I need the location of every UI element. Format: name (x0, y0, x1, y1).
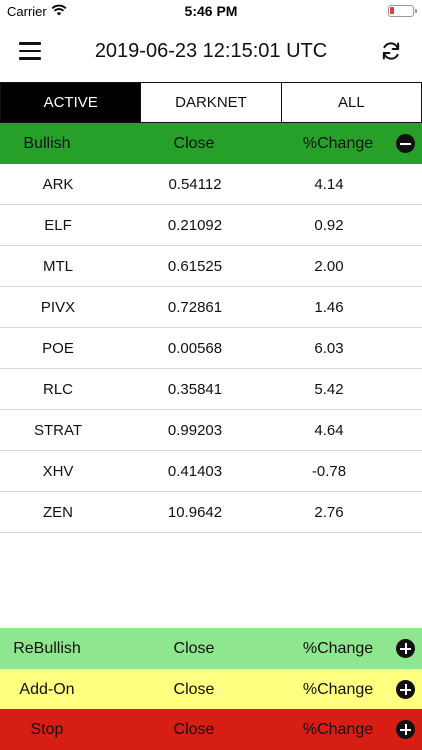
column-header-close: Close (173, 720, 215, 738)
expand-icon[interactable] (396, 680, 415, 699)
table-row[interactable]: ARK 0.54112 4.14 (0, 164, 422, 205)
section-header-stop[interactable]: Stop Close %Change (0, 709, 422, 750)
column-header-change: %Change (302, 720, 374, 738)
market-tabs: ACTIVE DARKNET ALL (0, 82, 422, 123)
bullish-table: ARK 0.54112 4.14 ELF 0.21092 0.92 MTL 0.61525… (0, 164, 422, 533)
symbol-cell: RLC (42, 380, 73, 398)
expand-icon[interactable] (396, 720, 415, 739)
status-time: 5:46 PM (184, 3, 238, 19)
battery-icon (388, 5, 417, 17)
tab-active[interactable]: ACTIVE (0, 82, 142, 123)
section-header-rebullish[interactable]: ReBullish Close %Change (0, 628, 422, 669)
close-cell: 0.72861 (167, 298, 223, 316)
section-title: Add-On (19, 680, 75, 698)
change-cell: 1.46 (314, 298, 344, 316)
close-cell: 0.61525 (167, 257, 223, 275)
close-cell: 0.99203 (167, 421, 223, 439)
symbol-cell: POE (42, 339, 74, 357)
close-cell: 10.9642 (167, 503, 223, 521)
symbol-cell: STRAT (33, 421, 83, 439)
section-title: ReBullish (13, 639, 81, 657)
symbol-cell: ARK (42, 175, 74, 193)
change-cell: -0.78 (311, 462, 347, 480)
section-title: Stop (30, 720, 64, 738)
nav-bar: 2019-06-23 12:15:01 UTC (0, 22, 422, 82)
symbol-cell: ZEN (43, 503, 73, 521)
collapse-icon[interactable] (396, 134, 415, 153)
symbol-cell: ELF (44, 216, 72, 234)
change-cell: 2.76 (314, 503, 344, 521)
symbol-cell: MTL (43, 257, 73, 275)
close-cell: 0.41403 (167, 462, 223, 480)
section-header-addon[interactable]: Add-On Close %Change (0, 669, 422, 710)
table-row[interactable]: STRAT 0.99203 4.64 (0, 410, 422, 451)
change-cell: 6.03 (314, 339, 344, 357)
table-row[interactable]: MTL 0.61525 2.00 (0, 246, 422, 287)
column-header-close: Close (173, 134, 215, 152)
close-cell: 0.21092 (167, 216, 223, 234)
change-cell: 0.92 (314, 216, 344, 234)
column-header-change: %Change (302, 680, 374, 698)
change-cell: 4.64 (314, 421, 344, 439)
change-cell: 5.42 (314, 380, 344, 398)
page-title: 2019-06-23 12:15:01 UTC (94, 40, 328, 62)
close-cell: 0.35841 (167, 380, 223, 398)
column-header-change: %Change (302, 134, 374, 152)
close-cell: 0.00568 (167, 339, 223, 357)
change-cell: 4.14 (314, 175, 344, 193)
table-row[interactable]: ZEN 10.9642 2.76 (0, 492, 422, 533)
column-header-change: %Change (302, 639, 374, 657)
symbol-cell: PIVX (40, 298, 76, 316)
table-row[interactable]: XHV 0.41403 -0.78 (0, 451, 422, 492)
table-row[interactable]: RLC 0.35841 5.42 (0, 369, 422, 410)
tab-all[interactable]: ALL (281, 82, 422, 123)
column-header-close: Close (173, 639, 215, 657)
table-row[interactable]: POE 0.00568 6.03 (0, 328, 422, 369)
table-row[interactable]: ELF 0.21092 0.92 (0, 205, 422, 246)
status-bar: Carrier 5:46 PM (0, 0, 422, 22)
tab-darknet[interactable]: DARKNET (141, 82, 282, 123)
refresh-icon[interactable] (380, 40, 402, 62)
close-cell: 0.54112 (168, 175, 222, 193)
change-cell: 2.00 (314, 257, 344, 275)
expand-icon[interactable] (396, 639, 415, 658)
table-row[interactable]: PIVX 0.72861 1.46 (0, 287, 422, 328)
column-header-close: Close (173, 680, 215, 698)
section-header-bullish[interactable]: Bullish Close %Change (0, 123, 422, 164)
symbol-cell: XHV (42, 462, 74, 480)
section-title: Bullish (23, 134, 71, 152)
